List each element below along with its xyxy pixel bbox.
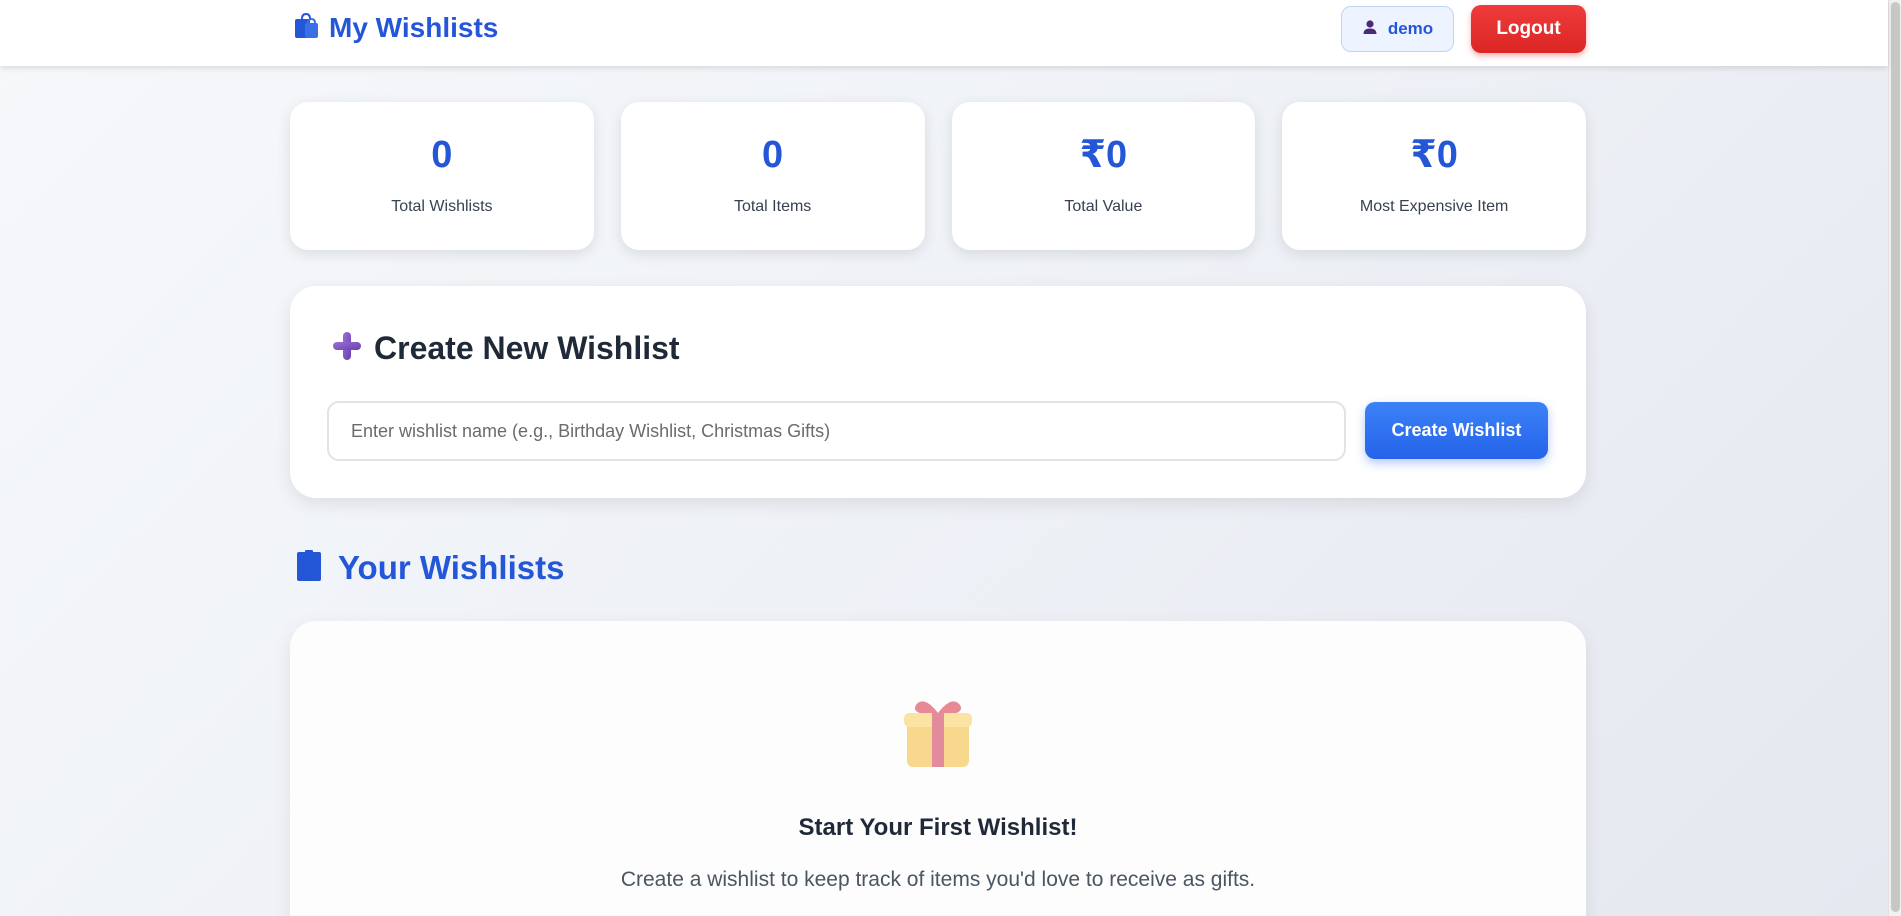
user-icon xyxy=(1362,19,1378,40)
empty-state-card: Start Your First Wishlist! Create a wish… xyxy=(290,621,1586,916)
stat-label: Total Wishlists xyxy=(391,198,493,215)
stat-value: ₹0 xyxy=(1079,134,1128,176)
shopping-bags-icon xyxy=(293,12,319,45)
your-wishlists-heading: Your Wishlists xyxy=(296,548,564,588)
your-wishlists-title: Your Wishlists xyxy=(338,549,565,586)
top-navbar: My Wishlists demo Logout xyxy=(0,0,1888,66)
stat-card-total-items: 0 Total Items xyxy=(620,102,925,250)
brand[interactable]: My Wishlists xyxy=(293,10,498,46)
stat-label: Total Value xyxy=(1064,198,1143,215)
wishlist-name-input[interactable] xyxy=(327,401,1346,461)
page-scrollbar[interactable] xyxy=(1888,0,1901,916)
user-badge[interactable]: demo xyxy=(1341,6,1454,52)
empty-state-text: Create a wishlist to keep track of items… xyxy=(620,868,1256,891)
stats-row: 0 Total Wishlists 0 Total Items ₹0 Total… xyxy=(290,102,1586,250)
gift-icon xyxy=(904,697,972,769)
create-wishlist-heading: Create New Wishlist xyxy=(330,328,680,368)
stat-card-total-value: ₹0 Total Value xyxy=(951,102,1256,250)
create-wishlist-title: Create New Wishlist xyxy=(374,329,680,366)
stat-value: ₹0 xyxy=(1410,134,1458,176)
app-title: My Wishlists xyxy=(329,12,499,43)
create-wishlist-card: Create New Wishlist Create Wishlist xyxy=(290,286,1586,498)
empty-state-title: Start Your First Wishlist! xyxy=(798,814,1078,841)
scrollbar-thumb[interactable] xyxy=(1891,2,1900,912)
create-wishlist-button[interactable]: Create Wishlist xyxy=(1365,402,1548,459)
stat-card-total-wishlists: 0 Total Wishlists xyxy=(290,102,594,250)
stat-value: 0 xyxy=(762,134,784,176)
username: demo xyxy=(1387,19,1434,38)
plus-icon xyxy=(330,329,364,368)
stat-label: Total Items xyxy=(733,198,812,215)
logout-button[interactable]: Logout xyxy=(1471,5,1586,53)
bookmark-icon xyxy=(296,549,322,587)
stat-label: Most Expensive Item xyxy=(1359,198,1509,215)
stat-value: 0 xyxy=(431,134,453,176)
stat-card-most-expensive: ₹0 Most Expensive Item xyxy=(1282,102,1586,250)
